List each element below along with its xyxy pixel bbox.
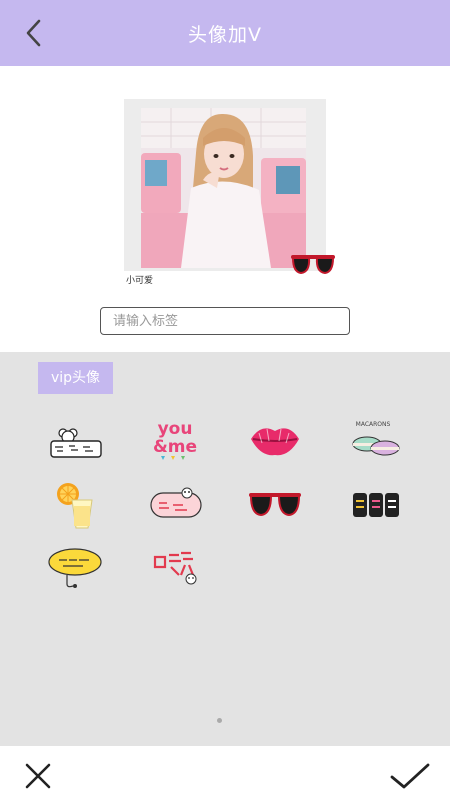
svg-text:you: you xyxy=(158,419,193,439)
yellow-speech-bubble-sticker[interactable] xyxy=(40,542,110,592)
bubble-text-sticker[interactable] xyxy=(340,480,410,530)
bear-text-sticker[interactable] xyxy=(40,418,110,468)
tag-input[interactable] xyxy=(100,307,350,335)
svg-text:&me: &me xyxy=(153,437,197,457)
tab-vip-avatar[interactable]: vip头像 xyxy=(38,362,113,394)
page-indicator-dot xyxy=(217,718,222,723)
lemonade-sticker[interactable] xyxy=(40,480,110,530)
photo-caption: 小可爱 xyxy=(126,276,154,286)
you-and-me-sticker[interactable]: you &me xyxy=(140,414,210,464)
sticker-panel: vip头像 you &me MACARONS xyxy=(0,352,450,746)
photo-frame xyxy=(124,99,326,271)
avatar-photo xyxy=(141,108,306,268)
page-title: 头像加V xyxy=(188,24,262,46)
svg-text:MACARONS: MACARONS xyxy=(356,421,391,428)
applied-sunglasses-sticker[interactable] xyxy=(290,254,336,276)
chi-huo-text-sticker[interactable] xyxy=(140,542,210,592)
check-icon xyxy=(390,763,430,789)
preview-area: 小可爱 xyxy=(0,66,450,352)
cancel-button[interactable] xyxy=(22,760,54,792)
confirm-button[interactable] xyxy=(389,760,431,792)
macarons-sticker[interactable]: MACARONS xyxy=(340,414,410,464)
pig-speech-sticker[interactable] xyxy=(140,480,210,530)
top-bar: 头像加V xyxy=(0,0,450,66)
sunglasses-sticker[interactable] xyxy=(240,480,310,530)
lips-sticker[interactable] xyxy=(240,414,310,464)
bottom-action-bar xyxy=(0,746,450,800)
close-icon xyxy=(25,763,51,789)
